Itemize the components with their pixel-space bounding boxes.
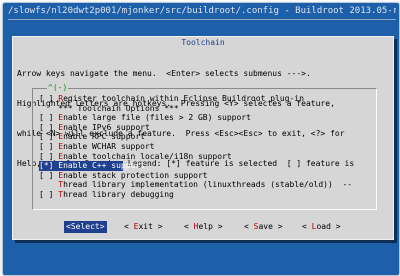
- menu-item-stack-protection[interactable]: [ ] Enable stack protection support: [39, 171, 373, 181]
- help-button[interactable]: < Help >: [184, 221, 223, 233]
- menuconfig-dialog: Toolchain Arrow keys navigate the menu. …: [12, 36, 394, 240]
- dialog-title: Toolchain: [181, 38, 225, 47]
- menu-item-locale[interactable]: [ ] Enable toolchain locale/i18n support: [39, 152, 373, 162]
- menu-item-ipv6[interactable]: [ ] Enable IPv6 support: [39, 123, 373, 133]
- button-row: <Select> < Exit > < Help > < Save > < Lo…: [13, 221, 393, 233]
- menu-list: [ ] Register toolchain within Eclipse Bu…: [39, 94, 373, 200]
- menu-box: ^(-) [ ] Register toolchain within Eclip…: [32, 83, 377, 210]
- menu-item-rpc[interactable]: [ ] Enable RPC support: [39, 132, 373, 142]
- menu-item-toolchain-options-header: *** Toolchain Options ***: [58, 103, 179, 113]
- menu-item-large-file[interactable]: [ ] Enable large file (files > 2 GB) sup…: [39, 113, 373, 123]
- menu-item-thread-debugging[interactable]: [ ] Thread library debugging: [39, 190, 373, 200]
- menu-item-cpp-support[interactable]: [*] Enable C++ support: [39, 161, 145, 171]
- select-button[interactable]: <Select>: [64, 221, 107, 233]
- exit-button[interactable]: < Exit >: [124, 221, 163, 233]
- scroll-up-indicator[interactable]: ^(-): [47, 83, 69, 93]
- menu-item-wchar[interactable]: [ ] Enable WCHAR support: [39, 142, 373, 152]
- menu-item-thread-implementation[interactable]: Thread library implementation (linuxthre…: [39, 180, 373, 190]
- load-button[interactable]: < Load >: [302, 221, 341, 233]
- window-title: /slowfs/nl20dwt2p001/mjonker/src/buildro…: [8, 6, 396, 16]
- save-button[interactable]: < Save >: [244, 221, 283, 233]
- help-line: Arrow keys navigate the menu. <Enter> se…: [17, 69, 311, 78]
- terminal-screen: /slowfs/nl20dwt2p001/mjonker/src/buildro…: [2, 2, 400, 276]
- menu-item-eclipse-plugin[interactable]: [ ] Register toolchain within Eclipse Bu…: [39, 94, 373, 104]
- title-divider: [8, 19, 396, 20]
